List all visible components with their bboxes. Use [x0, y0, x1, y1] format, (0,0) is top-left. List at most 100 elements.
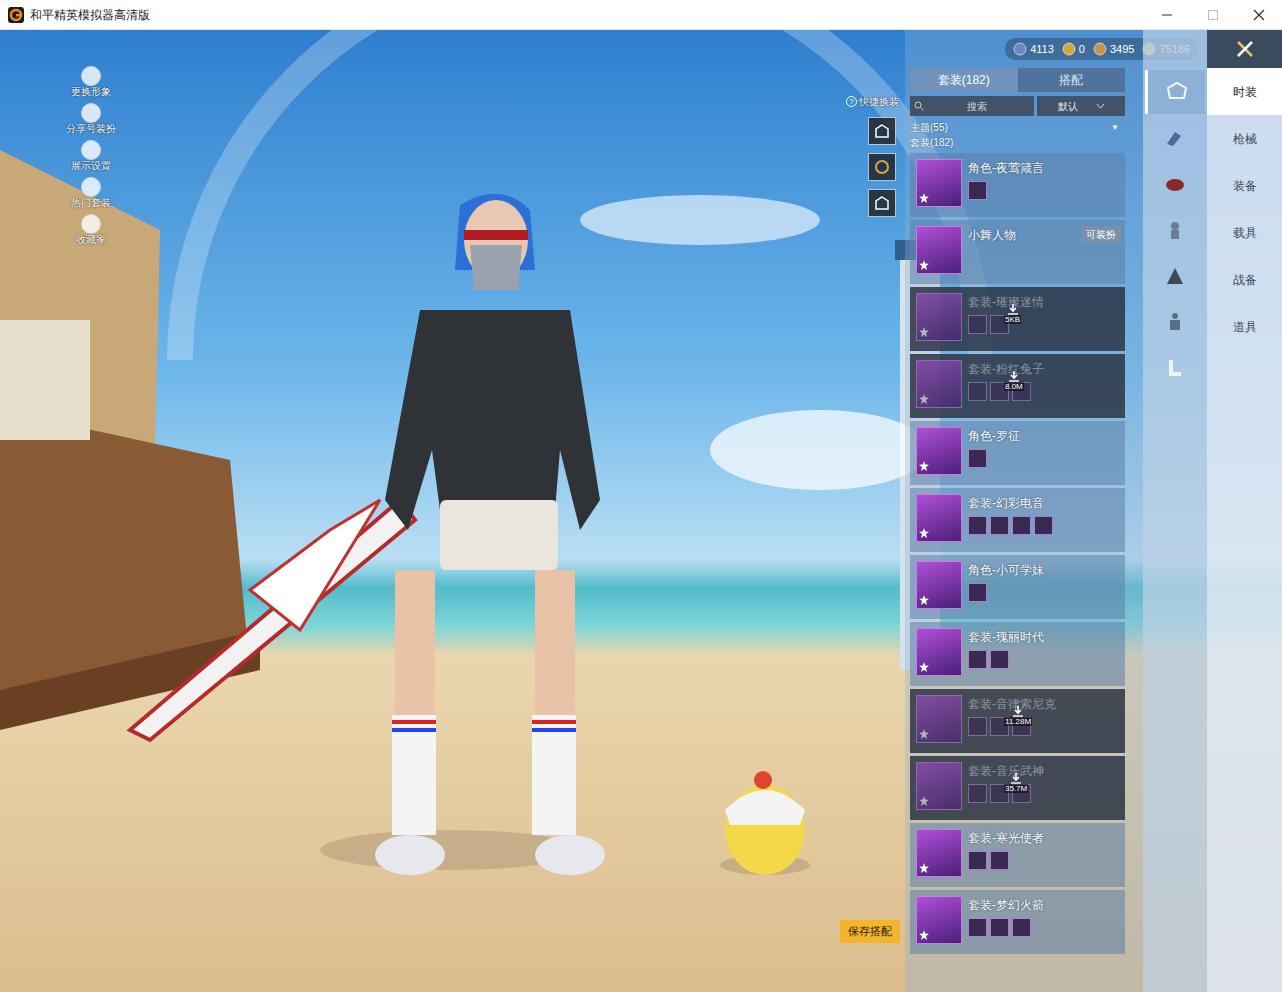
outfit-thumbnail — [916, 628, 962, 676]
window-button[interactable] — [1236, 0, 1282, 29]
outfit-slot-icon — [874, 159, 890, 175]
outfit-item[interactable]: 套装-寒光使者 — [910, 823, 1125, 887]
category-tab[interactable] — [1145, 162, 1205, 206]
nav-label: 装备 — [1233, 177, 1257, 195]
quick-slot[interactable] — [868, 153, 896, 181]
nav-tab[interactable]: 战备 — [1207, 256, 1282, 303]
part-thumbnail — [1012, 516, 1031, 535]
menu-item-label: 分享号装扮 — [66, 123, 116, 135]
outfit-item[interactable]: 套装-音乐武神35.7M — [910, 756, 1125, 820]
outfit-thumbnail — [916, 829, 962, 877]
part-thumbnail — [968, 583, 987, 602]
part-list — [968, 918, 1119, 937]
tab-label: 搭配 — [1059, 71, 1083, 89]
category-tab[interactable] — [1145, 208, 1205, 252]
left-menu-item[interactable]: 热门套装 — [71, 177, 111, 209]
category-icon — [1163, 172, 1187, 196]
outfit-thumbnail — [916, 360, 962, 408]
outfit-item[interactable]: 套装-梦幻火箭 — [910, 890, 1125, 954]
category-icon — [1165, 80, 1189, 104]
outfit-name: 套装-音乐武神 — [968, 764, 1119, 778]
nav-tab[interactable]: 道具 — [1207, 303, 1282, 350]
category-tab[interactable] — [1145, 346, 1205, 390]
nav-tab[interactable]: 载具 — [1207, 209, 1282, 256]
part-thumbnail — [1034, 516, 1053, 535]
window-button[interactable] — [1144, 0, 1190, 29]
outfit-item[interactable]: 套装-幻彩电音 — [910, 488, 1125, 552]
tab[interactable]: 搭配 — [1018, 68, 1126, 92]
category-tab[interactable] — [1145, 70, 1205, 114]
menu-item-label: 展示设置 — [71, 160, 111, 172]
expand-arrow[interactable]: ▼ — [1111, 122, 1119, 134]
group-header[interactable]: 主题(55)▼ — [910, 120, 1125, 135]
quick-slot[interactable] — [868, 117, 896, 145]
outfit-name: 套装-梦幻火箭 — [968, 898, 1119, 912]
coin-icon — [1093, 42, 1107, 56]
outfit-thumbnail — [916, 896, 962, 944]
currency: 4113 — [1013, 41, 1054, 58]
outfit-item[interactable]: 套装-瑰丽时代 — [910, 622, 1125, 686]
category-tab[interactable] — [1145, 254, 1205, 298]
left-menu-item[interactable]: 展示设置 — [71, 140, 111, 172]
chevron-down-icon — [1096, 103, 1105, 109]
download-indicator[interactable]: 5KB — [1004, 303, 1021, 324]
part-thumbnail — [968, 784, 987, 803]
left-menu: 更换形象分享号装扮展示设置热门套装收藏家 — [55, 66, 127, 246]
outfit-item[interactable]: 小舞人物可装扮 — [910, 220, 1125, 284]
search-icon — [914, 101, 924, 111]
window-button[interactable] — [1190, 0, 1236, 29]
window-title: 和平精英模拟器高清版 — [30, 6, 150, 24]
quick-slot[interactable] — [868, 189, 896, 217]
left-menu-item[interactable]: 分享号装扮 — [66, 103, 116, 135]
part-list — [968, 315, 1119, 334]
outfit-item[interactable]: 套装-粉红兔子8.0M — [910, 354, 1125, 418]
nav-tab[interactable]: 时装 — [1207, 68, 1282, 115]
left-menu-item[interactable]: 更换形象 — [71, 66, 111, 98]
currency-amount: 4113 — [1030, 41, 1054, 58]
outfit-name: 套装-璀璨迷情 — [968, 295, 1119, 309]
nav-tab[interactable]: 装备 — [1207, 162, 1282, 209]
download-indicator[interactable]: 11.28M — [1004, 705, 1032, 726]
sort-dropdown[interactable]: 默认 — [1037, 96, 1125, 116]
outfit-item[interactable]: 角色-小可学妹 — [910, 555, 1125, 619]
quick-change: ?快捷换装 — [846, 94, 899, 217]
tab-label: 套装(182) — [938, 71, 990, 89]
star-icon — [919, 595, 929, 605]
maximize-icon — [1206, 9, 1220, 21]
menu-item-icon — [81, 66, 101, 86]
category-tab[interactable] — [1145, 116, 1205, 160]
search-input[interactable] — [924, 99, 1030, 114]
category-column — [1143, 30, 1207, 992]
download-size: 8.0M — [1004, 382, 1024, 391]
search-field[interactable] — [910, 96, 1034, 116]
menu-item-label: 热门套装 — [71, 197, 111, 209]
tab-bar: 套装(182) 搭配 — [910, 68, 1125, 92]
category-icon — [1163, 218, 1187, 242]
minimize-icon — [1160, 9, 1174, 21]
help-icon[interactable]: ? — [846, 96, 857, 107]
star-icon — [919, 327, 929, 337]
outfit-item[interactable]: 角色-罗征 — [910, 421, 1125, 485]
close-icon — [1252, 9, 1266, 21]
part-list — [968, 650, 1119, 669]
nav-label: 枪械 — [1233, 130, 1257, 148]
download-icon — [1012, 705, 1024, 717]
nav-tab[interactable]: 枪械 — [1207, 115, 1282, 162]
left-menu-item[interactable]: 收藏家 — [76, 214, 106, 246]
outfit-item[interactable]: 套装-音律索尼克11.28M — [910, 689, 1125, 753]
outfit-item[interactable]: 角色-夜莺箴言 — [910, 153, 1125, 217]
category-tab[interactable] — [1145, 300, 1205, 344]
menu-item-label: 收藏家 — [76, 234, 106, 246]
game-scene: 更换形象分享号装扮展示设置热门套装收藏家41130349575186?快捷换装套… — [0, 30, 1282, 992]
outfit-thumbnail — [916, 427, 962, 475]
part-thumbnail — [968, 516, 987, 535]
download-indicator[interactable]: 8.0M — [1004, 370, 1024, 391]
tab[interactable]: 套装(182) — [910, 68, 1018, 92]
nav-label: 战备 — [1233, 271, 1257, 289]
wearable-badge: 可装扮 — [1081, 226, 1121, 243]
download-indicator[interactable]: 35.7M — [1004, 772, 1028, 793]
save-button[interactable]: 保存搭配 — [840, 920, 900, 943]
outfit-item[interactable]: 套装-璀璨迷情5KB — [910, 287, 1125, 351]
close-button[interactable] — [1207, 30, 1282, 68]
app-logo-icon — [8, 7, 24, 23]
